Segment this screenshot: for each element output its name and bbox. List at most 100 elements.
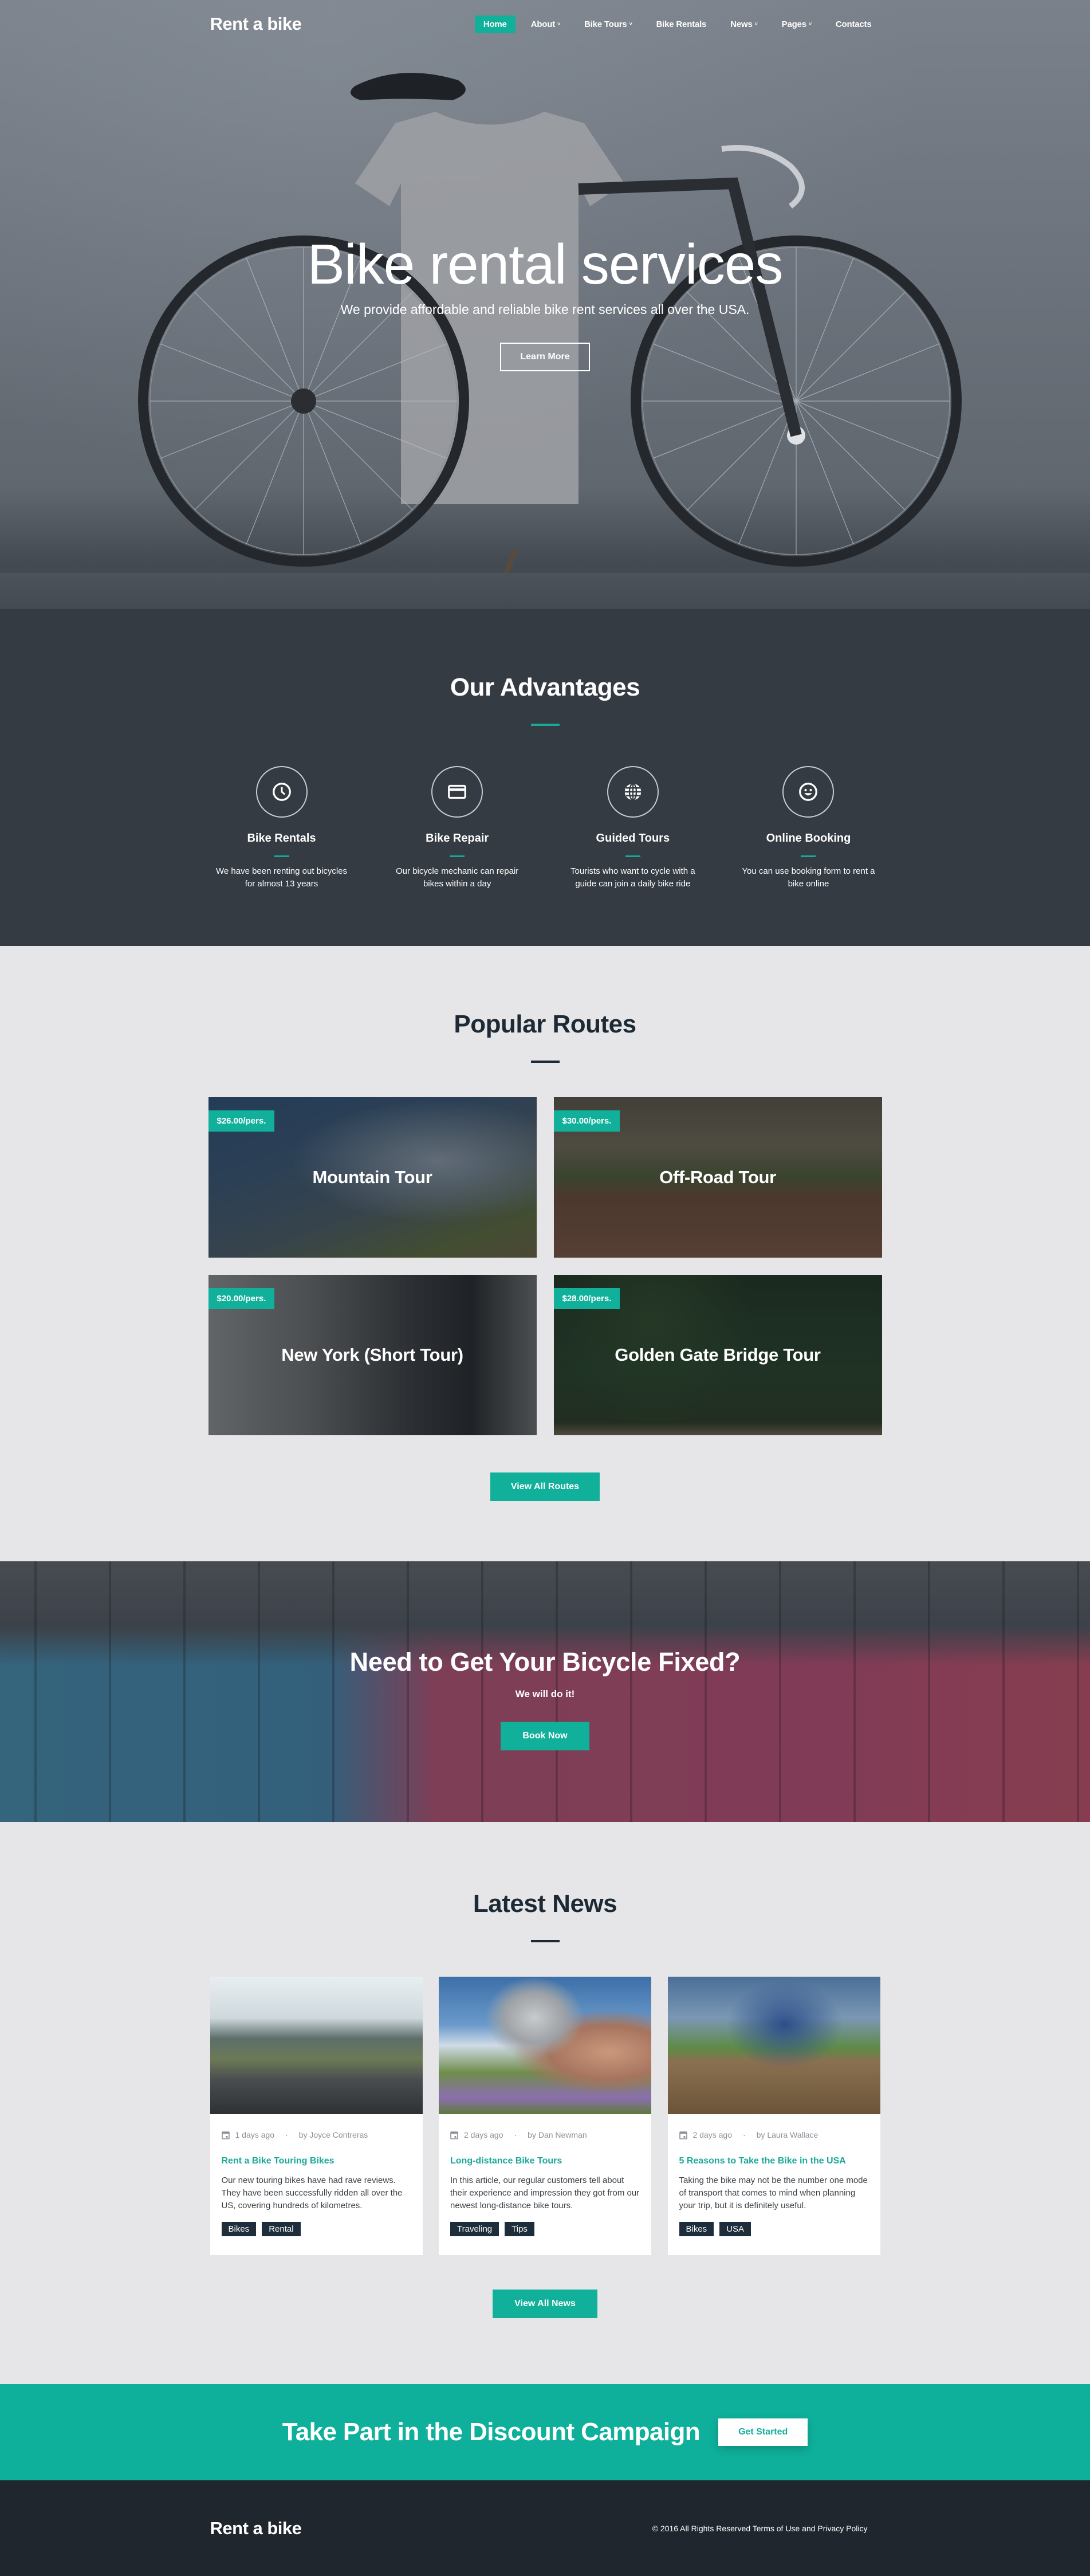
news-author[interactable]: by Joyce Contreras <box>299 2130 368 2139</box>
hero-content: Bike rental services We provide affordab… <box>0 235 1090 371</box>
tag[interactable]: USA <box>719 2222 751 2236</box>
chevron-down-icon: ˅ <box>754 21 758 27</box>
nav-item-label: About <box>530 19 556 29</box>
advantage-divider <box>801 855 816 857</box>
route-card[interactable]: $20.00/pers. New York (Short Tour) <box>208 1275 537 1435</box>
chevron-down-icon: ˅ <box>808 21 812 27</box>
nav-item-home[interactable]: Home <box>474 15 516 33</box>
routes-grid: $26.00/pers. Mountain Tour $30.00/pers. … <box>208 1097 882 1435</box>
hero-subtitle: We provide affordable and reliable bike … <box>340 301 750 317</box>
route-name: New York (Short Tour) <box>281 1345 463 1365</box>
learn-more-button[interactable]: Learn More <box>500 342 590 371</box>
news-excerpt: Taking the bike may not be the number on… <box>679 2176 868 2210</box>
title-divider <box>530 1061 560 1063</box>
advantage-description: Our bicycle mechanic can repair bikes wi… <box>396 866 519 889</box>
price-tag: $28.00/pers. <box>553 1288 620 1309</box>
get-started-button[interactable]: Get Started <box>718 2418 808 2446</box>
news-author[interactable]: by Laura Wallace <box>757 2130 819 2139</box>
nav-item-about[interactable]: About ˅ <box>522 15 569 33</box>
latest-news-section: Latest News 1 days ago · by Joyce Contre… <box>0 1822 1090 2384</box>
nav-item-pages[interactable]: Pages ˅ <box>773 15 820 33</box>
site-logo[interactable]: Rent a bike <box>210 14 302 34</box>
price-tag: $30.00/pers. <box>553 1110 620 1132</box>
cta-title: Take Part in the Discount Campaign <box>282 2418 701 2446</box>
news-grid: 1 days ago · by Joyce Contreras Rent a B… <box>210 1977 880 2255</box>
route-name: Mountain Tour <box>312 1167 432 1187</box>
main-navigation: Rent a bike Home About ˅ Bike Tours ˅ Bike… <box>0 0 1090 48</box>
nav-item-label: Bike Tours <box>584 19 627 29</box>
footer: Rent a bike © 2016 All Rights Reserved T… <box>0 2480 1090 2576</box>
repair-subtitle: We will do it! <box>515 1688 575 1699</box>
calendar-icon <box>221 2131 230 2139</box>
section-title: Latest News <box>473 1890 617 1918</box>
meta-separator: · <box>743 2130 746 2139</box>
hero-title: Bike rental services <box>307 233 784 296</box>
news-author[interactable]: by Dan Newman <box>528 2130 587 2139</box>
tag[interactable]: Bikes <box>221 2222 257 2236</box>
news-meta: 1 days ago · by Joyce Contreras <box>221 2130 411 2139</box>
tag[interactable]: Traveling <box>450 2222 499 2236</box>
advantage-description: Tourists who want to cycle with a guide … <box>570 866 695 889</box>
news-title[interactable]: 5 Reasons to Take the Bike in the USA <box>679 2156 869 2166</box>
chevron-down-icon: ˅ <box>629 21 632 27</box>
news-date: 2 days ago <box>464 2130 503 2139</box>
smiley-icon <box>782 766 835 818</box>
route-name: Off-Road Tour <box>659 1167 776 1187</box>
advantage-divider <box>625 855 640 857</box>
news-meta: 2 days ago · by Dan Newman <box>450 2130 640 2139</box>
news-tags: Bikes USA <box>679 2222 869 2236</box>
copyright-text: © 2016 All Rights Reserved Terms of Use … <box>652 2523 868 2533</box>
advantages-grid: Bike Rentals We have been renting out bi… <box>210 766 880 890</box>
nav-item-contacts[interactable]: Contacts <box>827 15 880 33</box>
footer-logo[interactable]: Rent a bike <box>210 2518 302 2539</box>
news-image[interactable] <box>667 1977 880 2114</box>
book-now-button[interactable]: Book Now <box>501 1722 589 1750</box>
advantage-divider <box>450 855 465 857</box>
nav-item-label: Bike Rentals <box>656 19 707 29</box>
nav-item-bike-rentals[interactable]: Bike Rentals <box>648 15 715 33</box>
nav-item-news[interactable]: News ˅ <box>722 15 766 33</box>
news-body: 2 days ago · by Laura Wallace 5 Reasons … <box>668 2114 880 2255</box>
advantage-item: Online Booking You can use booking form … <box>737 766 880 890</box>
price-tag: $26.00/pers. <box>208 1110 275 1132</box>
route-card[interactable]: $26.00/pers. Mountain Tour <box>208 1097 537 1258</box>
news-date: 1 days ago <box>235 2130 275 2139</box>
tag[interactable]: Rental <box>262 2222 301 2236</box>
nav-item-label: Home <box>483 19 507 29</box>
hero-section: Rent a bike Home About ˅ Bike Tours ˅ Bike… <box>0 0 1090 609</box>
advantages-section: Our Advantages Bike Rentals We have been… <box>0 609 1090 946</box>
news-excerpt: Our new touring bikes have had rave revi… <box>221 2176 403 2210</box>
nav-item-bike-tours[interactable]: Bike Tours ˅ <box>576 15 640 33</box>
globe-icon <box>607 766 659 818</box>
advantage-item: Bike Rentals We have been renting out bi… <box>210 766 353 890</box>
discount-campaign-banner: Take Part in the Discount Campaign Get S… <box>0 2384 1090 2480</box>
route-card[interactable]: $30.00/pers. Off-Road Tour <box>553 1097 882 1258</box>
nav-item-label: Pages <box>781 19 806 29</box>
news-title[interactable]: Long-distance Bike Tours <box>450 2156 640 2166</box>
nav-menu: Home About ˅ Bike Tours ˅ Bike Rentals New… <box>468 15 880 33</box>
calendar-icon <box>679 2131 687 2139</box>
title-divider <box>530 1940 560 1942</box>
news-title[interactable]: Rent a Bike Touring Bikes <box>222 2156 411 2166</box>
news-image[interactable] <box>439 1977 651 2114</box>
title-divider <box>530 724 560 726</box>
meta-separator: · <box>514 2130 517 2139</box>
advantage-name: Bike Rentals <box>247 832 316 845</box>
view-all-news-button[interactable]: View All News <box>493 2290 597 2318</box>
news-excerpt: In this article, our regular customers t… <box>450 2176 640 2210</box>
news-tags: Bikes Rental <box>221 2222 411 2236</box>
route-card[interactable]: $28.00/pers. Golden Gate Bridge Tour <box>553 1275 882 1435</box>
advantage-description: We have been renting out bicycles for al… <box>215 866 348 889</box>
news-body: 1 days ago · by Joyce Contreras Rent a B… <box>210 2114 423 2255</box>
clock-icon <box>255 766 308 818</box>
news-card: 2 days ago · by Laura Wallace 5 Reasons … <box>667 1977 880 2255</box>
repair-title: Need to Get Your Bicycle Fixed? <box>349 1647 741 1676</box>
news-card: 1 days ago · by Joyce Contreras Rent a B… <box>210 1977 423 2255</box>
advantage-name: Guided Tours <box>596 832 670 845</box>
news-meta: 2 days ago · by Laura Wallace <box>679 2130 869 2139</box>
news-image[interactable] <box>210 1977 423 2114</box>
tag[interactable]: Tips <box>505 2222 534 2236</box>
tag[interactable]: Bikes <box>679 2222 714 2236</box>
view-all-routes-button[interactable]: View All Routes <box>490 1472 600 1501</box>
nav-item-label: Contacts <box>835 19 872 29</box>
